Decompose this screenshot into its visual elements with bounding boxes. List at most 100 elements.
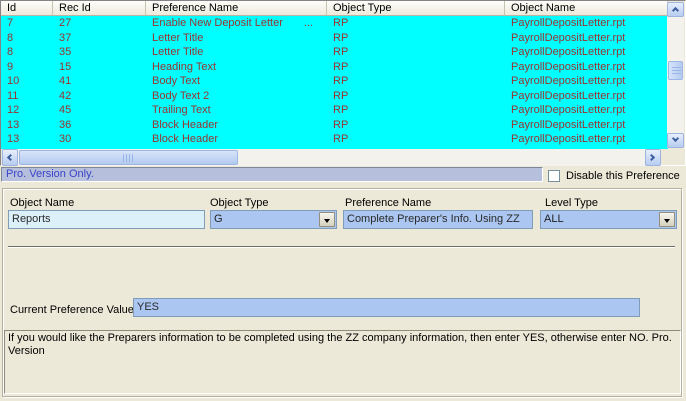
cell-rec-id: 45 <box>53 103 146 118</box>
cell-rec-id: 42 <box>53 89 146 104</box>
table-row[interactable]: 10 41 Body Text RP PayrollDepositLetter.… <box>1 74 668 89</box>
preference-name-text: Trailing Text <box>152 103 211 118</box>
dropdown-arrow-icon[interactable] <box>659 212 675 227</box>
preference-description-box: If you would like the Preparers informat… <box>4 330 681 394</box>
scroll-down-button[interactable] <box>667 133 684 148</box>
cell-preference-name: Heading Text <box>146 60 327 75</box>
cell-object-type: RP <box>327 60 505 75</box>
table-body: 7 27 Enable New Deposit Letter... RP Pay… <box>1 16 668 149</box>
disable-preference-label[interactable]: Disable this Preference <box>566 170 680 182</box>
table-row[interactable]: 11 42 Body Text 2 RP PayrollDepositLette… <box>1 89 668 104</box>
table-row[interactable]: 13 36 Block Header RP PayrollDepositLett… <box>1 118 668 133</box>
cell-object-name: PayrollDepositLetter.rpt <box>505 31 668 46</box>
cell-object-name: PayrollDepositLetter.rpt <box>505 74 668 89</box>
cell-object-name: PayrollDepositLetter.rpt <box>505 132 668 147</box>
column-header-object-type[interactable]: Object Type <box>327 1 505 16</box>
horizontal-scrollbar[interactable] <box>2 149 661 166</box>
cell-id: 13 <box>1 118 53 133</box>
cell-object-type: RP <box>327 74 505 89</box>
cell-id: 11 <box>1 89 53 104</box>
cell-object-name: PayrollDepositLetter.rpt <box>505 103 668 118</box>
preference-name-text: Block Header <box>152 132 218 147</box>
cell-preference-name: Body Text 2 <box>146 89 327 104</box>
horizontal-scroll-thumb[interactable] <box>19 150 238 165</box>
column-header-id[interactable]: Id <box>1 1 53 16</box>
status-bar: Pro. Version Only. <box>1 167 543 182</box>
chevron-up-icon <box>672 7 679 14</box>
object-type-label: Object Type <box>210 197 269 209</box>
chevron-down-icon <box>672 135 679 142</box>
scroll-left-button[interactable] <box>2 149 18 166</box>
preference-name-text: Body Text <box>152 74 200 89</box>
cell-preference-name: Trailing Text <box>146 103 327 118</box>
cell-preference-name: Letter Title <box>146 31 327 46</box>
object-type-select[interactable]: G <box>210 210 337 229</box>
preference-name-text: Enable New Deposit Letter <box>152 16 283 31</box>
cell-rec-id: 27 <box>53 16 146 31</box>
table-row[interactable]: 9 15 Heading Text RP PayrollDepositLette… <box>1 60 668 75</box>
cell-preference-name: Block Header <box>146 118 327 133</box>
cell-object-name: PayrollDepositLetter.rpt <box>505 16 668 31</box>
cell-preference-name: Body Text <box>146 74 327 89</box>
chevron-right-icon <box>648 154 655 161</box>
preference-name-text: Body Text 2 <box>152 89 209 104</box>
chevron-left-icon <box>7 154 14 161</box>
grid-header-row: Id Rec Id Preference Name Object Type Ob… <box>1 1 668 16</box>
cell-object-name: PayrollDepositLetter.rpt <box>505 118 668 133</box>
cell-object-name: PayrollDepositLetter.rpt <box>505 60 668 75</box>
scroll-up-button[interactable] <box>667 2 684 17</box>
current-preference-value-label: Current Preference Value <box>10 304 134 316</box>
current-preference-value-input[interactable]: YES <box>133 298 640 317</box>
column-header-rec-id[interactable]: Rec Id <box>53 1 146 16</box>
vertical-scroll-thumb[interactable] <box>668 61 683 80</box>
cell-object-type: RP <box>327 31 505 46</box>
cell-object-type: RP <box>327 16 505 31</box>
cell-rec-id: 35 <box>53 45 146 60</box>
cell-id: 7 <box>1 16 53 31</box>
dropdown-arrow-icon[interactable] <box>319 212 335 227</box>
column-header-preference-name[interactable]: Preference Name <box>146 1 327 16</box>
object-name-input[interactable]: Reports <box>8 210 205 229</box>
thumb-grip-icon <box>123 154 135 162</box>
level-type-value: ALL <box>541 211 676 225</box>
cell-rec-id: 41 <box>53 74 146 89</box>
cell-object-type: RP <box>327 89 505 104</box>
column-header-object-name[interactable]: Object Name <box>505 1 668 16</box>
thumb-grip-icon <box>672 67 681 75</box>
cell-id: 9 <box>1 60 53 75</box>
cell-rec-id: 30 <box>53 132 146 147</box>
object-name-label: Object Name <box>10 197 74 209</box>
preference-name-label: Preference Name <box>345 197 431 209</box>
table-row[interactable]: 12 45 Trailing Text RP PayrollDepositLet… <box>1 103 668 118</box>
section-divider <box>8 246 675 248</box>
table-row[interactable]: 8 35 Letter Title RP PayrollDepositLette… <box>1 45 668 60</box>
preference-name-text: Block Header <box>152 118 218 133</box>
disable-preference-checkbox[interactable] <box>548 170 560 182</box>
cell-object-type: RP <box>327 132 505 147</box>
level-type-label: Level Type <box>545 197 598 209</box>
preference-name-text: Letter Title <box>152 45 203 60</box>
cell-id: 13 <box>1 132 53 147</box>
table-row[interactable]: 7 27 Enable New Deposit Letter... RP Pay… <box>1 16 668 31</box>
level-type-select[interactable]: ALL <box>540 210 677 229</box>
cell-object-name: PayrollDepositLetter.rpt <box>505 89 668 104</box>
table-row[interactable]: 8 37 Letter Title RP PayrollDepositLette… <box>1 31 668 46</box>
preference-name-text: Letter Title <box>152 31 203 46</box>
vertical-scrollbar[interactable] <box>667 2 684 148</box>
cell-preference-name: Letter Title <box>146 45 327 60</box>
cell-object-type: RP <box>327 118 505 133</box>
cell-preference-name: Enable New Deposit Letter... <box>146 16 327 31</box>
truncation-dots: ... <box>304 16 313 31</box>
table-row[interactable]: 13 30 Block Header RP PayrollDepositLett… <box>1 132 668 147</box>
cell-rec-id: 15 <box>53 60 146 75</box>
preference-name-text: Heading Text <box>152 60 216 75</box>
preferences-grid: Id Rec Id Preference Name Object Type Ob… <box>0 0 686 166</box>
scroll-right-button[interactable] <box>645 149 661 166</box>
cell-object-type: RP <box>327 103 505 118</box>
cell-id: 12 <box>1 103 53 118</box>
cell-rec-id: 36 <box>53 118 146 133</box>
cell-object-type: RP <box>327 45 505 60</box>
cell-object-name: PayrollDepositLetter.rpt <box>505 45 668 60</box>
cell-id: 10 <box>1 74 53 89</box>
preference-name-input[interactable]: Complete Preparer's Info. Using ZZ <box>343 210 533 229</box>
